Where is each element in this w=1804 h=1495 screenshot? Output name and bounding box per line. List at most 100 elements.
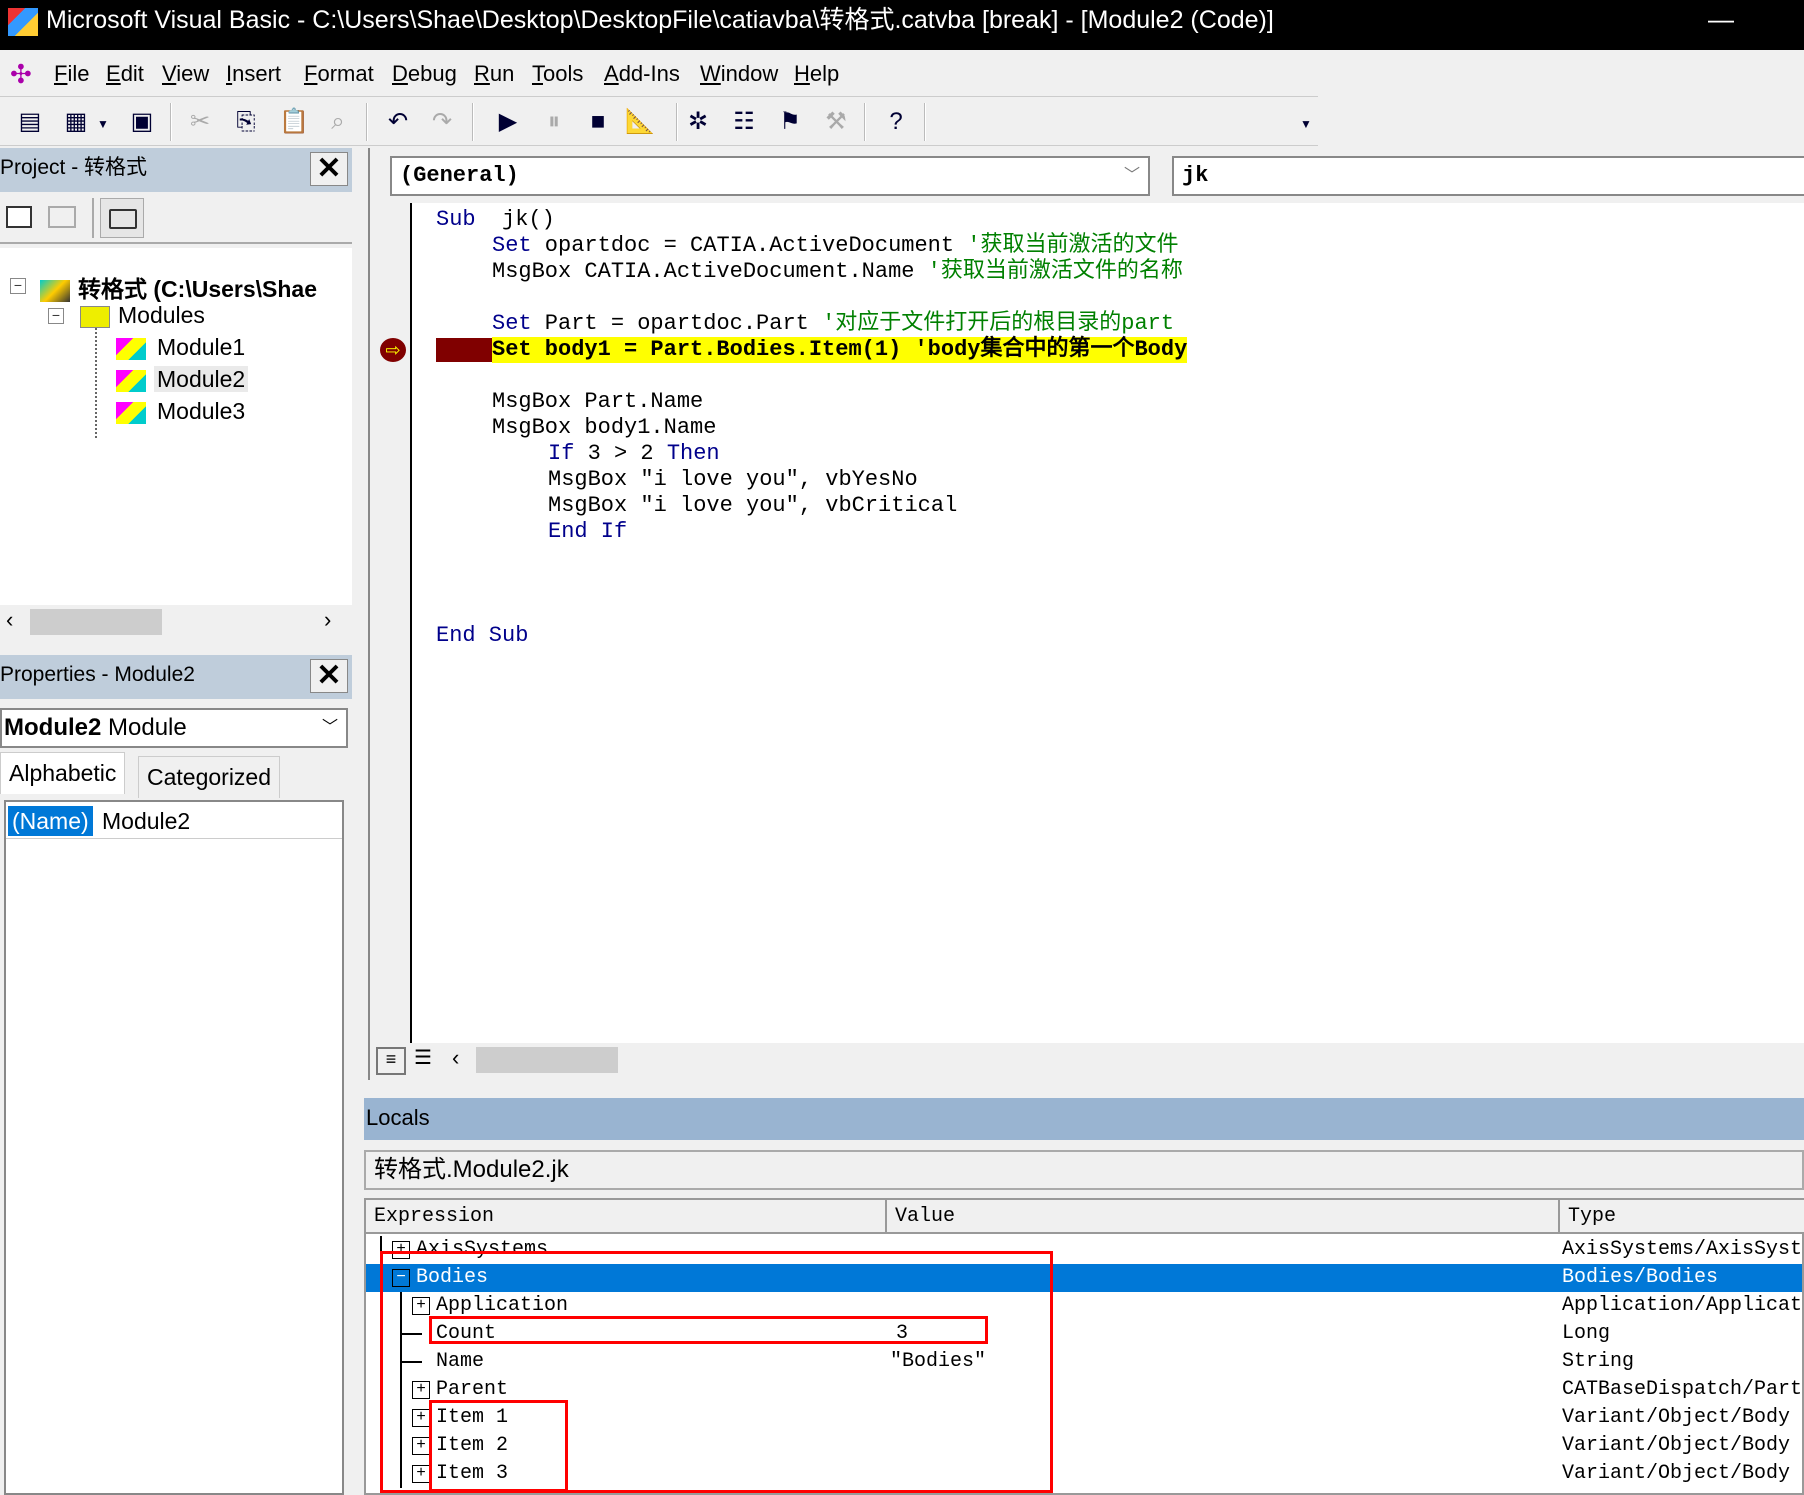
menu-format[interactable]: Format xyxy=(304,52,374,96)
tab-alphabetic[interactable]: Alphabetic xyxy=(0,752,126,794)
view-code-icon[interactable] xyxy=(6,206,32,228)
object-name: Module2 xyxy=(4,714,102,741)
grid-line xyxy=(6,838,342,839)
toolbox-icon[interactable]: ⚒ xyxy=(820,107,852,137)
toolbar-separator xyxy=(170,103,172,141)
cut-icon[interactable]: ✂ xyxy=(184,107,216,137)
procedure-combo-value: jk xyxy=(1182,163,1209,188)
type-cell: AxisSystems/AxisSyst xyxy=(1562,1238,1803,1261)
code-line[interactable]: Set Part = opartdoc.Part '对应于文件打开后的根目录的p… xyxy=(492,311,1174,337)
type-cell: Long xyxy=(1562,1322,1611,1345)
margin-indicator-bar[interactable] xyxy=(372,203,412,1043)
object-combo[interactable]: (General) ﹀ xyxy=(390,156,1150,196)
procedure-view-icon[interactable]: ≡ xyxy=(376,1047,406,1075)
code-hscrollbar[interactable]: ≡ ☰ ‹ xyxy=(372,1043,1804,1077)
menu-tools[interactable]: Tools xyxy=(532,52,583,96)
comment: '对应于文件打开后的根目录的part xyxy=(822,311,1175,336)
code-line[interactable]: MsgBox CATIA.ActiveDocument.Name '获取当前激活… xyxy=(492,259,1183,285)
code-line[interactable]: End Sub xyxy=(436,623,528,649)
menu-insert[interactable]: Insert xyxy=(226,52,281,96)
col-type[interactable]: Type xyxy=(1560,1200,1804,1234)
scroll-left-icon[interactable]: ‹ xyxy=(452,1045,459,1071)
vba-app-icon[interactable] xyxy=(8,8,38,36)
scroll-left-icon[interactable]: ‹ xyxy=(6,607,13,633)
code-line[interactable]: Sub jk() xyxy=(436,207,555,233)
tree-item-label: Module3 xyxy=(157,398,246,424)
vbe-menu-icon[interactable]: ✣ xyxy=(10,52,32,96)
design-mode-icon[interactable]: 📐 xyxy=(624,107,656,137)
tree-folder-modules[interactable]: Modules xyxy=(80,302,205,329)
breakpoint-marker[interactable] xyxy=(436,338,492,362)
collapse-root-icon[interactable]: − xyxy=(10,278,26,294)
menu-window[interactable]: Window xyxy=(700,52,778,96)
comment: '获取当前激活的文件 xyxy=(967,233,1179,258)
code-line[interactable]: If 3 > 2 Then xyxy=(548,441,720,467)
code-line[interactable]: Set opartdoc = CATIA.ActiveDocument '获取当… xyxy=(492,233,1178,259)
property-name[interactable]: (Name) xyxy=(8,806,93,836)
folder-icon xyxy=(80,305,110,328)
view-object-icon[interactable]: ▤ xyxy=(14,107,46,137)
view-object-icon[interactable] xyxy=(48,206,76,228)
close-project-button[interactable]: ✕ xyxy=(310,152,348,186)
reset-icon[interactable]: ■ xyxy=(582,107,614,137)
scroll-right-icon[interactable]: › xyxy=(324,607,331,633)
menu-file[interactable]: File xyxy=(54,52,89,96)
toggle-folders-button[interactable] xyxy=(100,198,144,238)
code-line[interactable]: End If xyxy=(548,519,627,545)
module-icon xyxy=(116,369,146,392)
menu-help[interactable]: Help xyxy=(794,52,839,96)
type-cell: Application/Applicat xyxy=(1562,1294,1803,1317)
object-browser-icon[interactable]: ⚑ xyxy=(774,107,806,137)
save-icon[interactable]: ▣ xyxy=(126,107,158,137)
scroll-thumb[interactable] xyxy=(30,609,162,635)
code-line[interactable]: MsgBox "i love you", vbYesNo xyxy=(548,467,918,493)
locals-title: Locals xyxy=(364,1098,1804,1140)
insert-userform-icon[interactable]: ▦ xyxy=(60,107,92,137)
code-line[interactable]: MsgBox "i love you", vbCritical xyxy=(548,493,957,519)
menu-view[interactable]: View xyxy=(162,52,209,96)
tree-item-module3[interactable]: Module3 xyxy=(116,398,248,425)
minimize-button[interactable]: — xyxy=(1708,4,1734,35)
run-icon[interactable]: ▶ xyxy=(492,107,524,137)
object-select[interactable]: Module2 Module ﹀ xyxy=(0,708,348,748)
col-value[interactable]: Value xyxy=(887,1200,1560,1234)
toolbar-separator xyxy=(864,103,866,141)
keyword: Sub xyxy=(436,207,476,232)
tree-item-module1[interactable]: Module1 xyxy=(116,334,248,361)
code-line[interactable]: MsgBox Part.Name xyxy=(492,389,703,415)
project-hscrollbar[interactable]: ‹ › xyxy=(0,605,352,639)
type-cell: Variant/Object/Body xyxy=(1562,1406,1791,1429)
close-properties-button[interactable]: ✕ xyxy=(310,659,348,693)
find-icon[interactable]: ⌕ xyxy=(322,107,354,137)
properties-window-icon[interactable]: ☷ xyxy=(728,107,760,137)
folder-icon xyxy=(109,209,137,229)
tab-categorized[interactable]: Categorized xyxy=(138,756,281,798)
code-line[interactable]: MsgBox body1.Name xyxy=(492,415,716,441)
procedure-combo[interactable]: jk xyxy=(1172,156,1804,196)
redo-icon[interactable]: ↷ xyxy=(426,107,458,137)
tree-item-module2[interactable]: Module2 xyxy=(116,366,249,393)
tree-root[interactable]: 转格式 (C:\Users\Shae xyxy=(40,270,317,304)
project-explorer-icon[interactable]: ✲ xyxy=(682,107,714,137)
collapse-modules-icon[interactable]: − xyxy=(48,308,64,324)
undo-icon[interactable]: ↶ xyxy=(382,107,414,137)
menu-run[interactable]: Run xyxy=(474,52,514,96)
menu-debug[interactable]: Debug xyxy=(392,52,457,96)
object-combo-value: (General) xyxy=(400,163,519,188)
help-icon[interactable]: ? xyxy=(880,107,912,137)
copy-icon[interactable]: ⎘ xyxy=(230,107,262,137)
chevron-down-icon: ﹀ xyxy=(321,719,338,736)
toolbar-options-icon[interactable]: ▼ xyxy=(1290,109,1322,139)
menu-edit[interactable]: Edit xyxy=(106,52,144,96)
property-value[interactable]: Module2 xyxy=(102,806,190,836)
project-icon xyxy=(40,279,70,302)
full-module-view-icon[interactable]: ☰ xyxy=(408,1045,438,1075)
code-text: jk() xyxy=(475,207,555,232)
scroll-thumb[interactable] xyxy=(476,1047,618,1073)
insert-dropdown-icon[interactable]: ▼ xyxy=(96,109,110,139)
break-icon[interactable]: ⏸ xyxy=(538,107,570,137)
col-expression[interactable]: Expression xyxy=(366,1200,887,1234)
paste-icon[interactable]: 📋 xyxy=(278,107,310,137)
menu-add-ins[interactable]: Add-Ins xyxy=(604,52,680,96)
current-line[interactable]: Set body1 = Part.Bodies.Item(1) 'body集合中… xyxy=(492,337,1188,363)
